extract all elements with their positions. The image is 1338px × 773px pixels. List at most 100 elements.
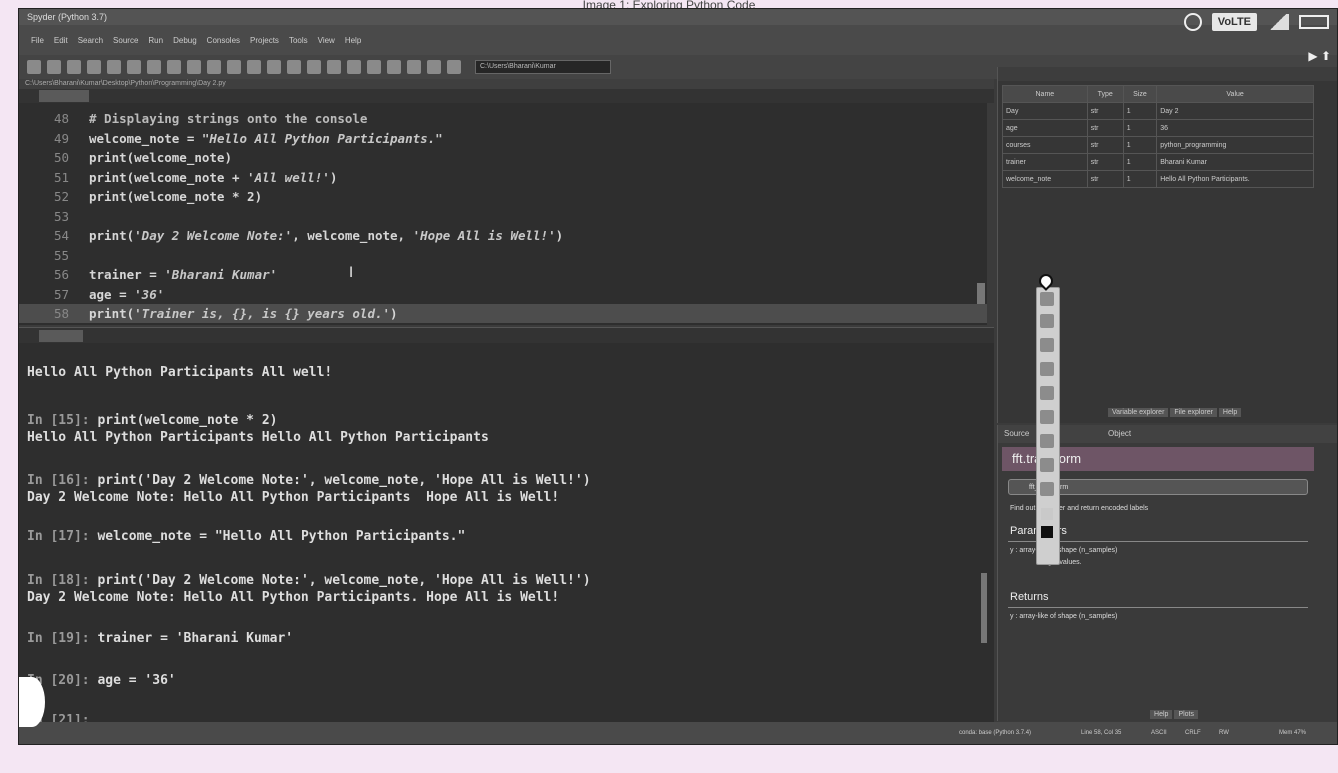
- variable-column-header[interactable]: Type: [1086, 85, 1124, 103]
- run-file-icon[interactable]: [147, 60, 161, 74]
- pointer-icon[interactable]: [1040, 292, 1054, 306]
- pen-icon[interactable]: [1040, 338, 1054, 352]
- console-line: In [16]: print('Day 2 Welcome Note:', we…: [27, 473, 591, 489]
- code-editor[interactable]: I 48 # Displaying strings onto the consol…: [19, 103, 987, 325]
- code-line[interactable]: 56 trainer = 'Bharani Kumar': [19, 265, 987, 284]
- menu-help[interactable]: Help: [345, 36, 361, 45]
- console-tab[interactable]: [39, 330, 83, 342]
- stop-debug-icon[interactable]: [327, 60, 341, 74]
- ipython-console[interactable]: Hello All Python Participants All well! I…: [19, 343, 994, 739]
- python-path-icon[interactable]: [407, 60, 421, 74]
- undo-icon[interactable]: [1040, 434, 1054, 448]
- step-into-icon[interactable]: [267, 60, 281, 74]
- menu-consoles[interactable]: Consoles: [207, 36, 240, 45]
- settings-icon[interactable]: [127, 60, 141, 74]
- code-line[interactable]: 51 print(welcome_note + 'All well!'): [19, 168, 987, 187]
- variable-cell: 1: [1122, 102, 1158, 120]
- bottom-pane-tab[interactable]: Help: [1150, 710, 1173, 719]
- status-env: conda: base (Python 3.7.4): [959, 730, 1032, 736]
- annotation-toolbar: [1036, 271, 1060, 565]
- line-icon[interactable]: [1040, 410, 1054, 424]
- top-pane-tab[interactable]: File explorer: [1170, 408, 1217, 417]
- continue-icon[interactable]: [307, 60, 321, 74]
- top-pane-tab[interactable]: Variable explorer: [1108, 408, 1169, 417]
- new-file-icon[interactable]: [27, 60, 41, 74]
- overlay-blob: [19, 677, 45, 727]
- color-swatch-black[interactable]: [1041, 526, 1053, 538]
- debug-icon[interactable]: [227, 60, 241, 74]
- maximize-pane-icon[interactable]: [347, 60, 361, 74]
- run-selection-icon[interactable]: [187, 60, 201, 74]
- save-icon[interactable]: [67, 60, 81, 74]
- step-return-icon[interactable]: [287, 60, 301, 74]
- code-line[interactable]: 50 print(welcome_note): [19, 148, 987, 167]
- variable-column-header[interactable]: Name: [1002, 85, 1088, 103]
- menu-projects[interactable]: Projects: [250, 36, 279, 45]
- highlighter-icon[interactable]: [1040, 362, 1054, 376]
- console-text: Day 2 Welcome Note: Hello All Python Par…: [27, 490, 560, 505]
- code-line[interactable]: 49 welcome_note = "Hello All Python Parti…: [19, 129, 987, 148]
- fullscreen-icon[interactable]: [367, 60, 381, 74]
- working-directory-input[interactable]: C:\Users\Bharani\Kumar: [475, 60, 611, 74]
- editor-tab[interactable]: [39, 90, 89, 102]
- menu-run[interactable]: Run: [148, 36, 163, 45]
- color-swatch-light[interactable]: [1041, 508, 1053, 520]
- step-icon[interactable]: [247, 60, 261, 74]
- code-line[interactable]: 53: [19, 207, 987, 226]
- variable-row[interactable]: welcome_note str 1 Hello All Python Partici…: [1002, 170, 1314, 188]
- eraser-icon[interactable]: [1040, 386, 1054, 400]
- code-line[interactable]: 48 # Displaying strings onto the console: [19, 109, 987, 128]
- run-cell-icon[interactable]: [167, 60, 181, 74]
- code-line[interactable]: 58 print('Trainer is, {}, is {} years old…: [19, 304, 987, 323]
- back-arrow-icon[interactable]: [427, 60, 441, 74]
- status-memory: Mem 47%: [1279, 730, 1307, 736]
- line-number: 55: [53, 247, 69, 263]
- menu-view[interactable]: View: [318, 36, 335, 45]
- stop-icon[interactable]: [107, 60, 121, 74]
- variable-cell: python_programming: [1156, 136, 1314, 154]
- menu-edit[interactable]: Edit: [54, 36, 68, 45]
- forward-arrow-icon[interactable]: [447, 60, 461, 74]
- select-icon[interactable]: [1040, 314, 1054, 328]
- zoom-icon[interactable]: [1040, 458, 1054, 472]
- code-token: print(welcome_note * 2): [89, 189, 263, 204]
- open-file-icon[interactable]: [47, 60, 61, 74]
- code-line[interactable]: 57 age = '36': [19, 285, 987, 304]
- console-text: print(welcome_note * 2): [97, 413, 278, 428]
- code-line[interactable]: 54 print('Day 2 Welcome Note:', welcome_n…: [19, 226, 987, 245]
- menu-file[interactable]: File: [31, 36, 44, 45]
- console-scrollbar[interactable]: [981, 573, 987, 643]
- variable-cell: 36: [1156, 119, 1314, 137]
- console-line: In [18]: print('Day 2 Welcome Note:', we…: [27, 573, 591, 589]
- save-all-icon[interactable]: [87, 60, 101, 74]
- camera-icon[interactable]: [1040, 482, 1054, 496]
- rerun-icon[interactable]: [207, 60, 221, 74]
- console-prompt: In [17]:: [27, 529, 98, 544]
- signal-icon: [1267, 14, 1289, 30]
- menu-search[interactable]: Search: [78, 36, 103, 45]
- console-text: welcome_note = "Hello All Python Partici…: [97, 529, 466, 544]
- returns-heading: Returns: [1010, 591, 1049, 603]
- code-token: print(welcome_note): [89, 150, 232, 165]
- menu-source[interactable]: Source: [113, 36, 138, 45]
- code-token: # Displaying strings onto the console: [89, 111, 368, 126]
- tools-icon[interactable]: [387, 60, 401, 74]
- returns-rule: [1008, 607, 1308, 608]
- menu-tools[interactable]: Tools: [289, 36, 308, 45]
- variable-row[interactable]: Day str 1 Day 2: [1002, 102, 1314, 120]
- code-token: print(: [89, 228, 135, 243]
- code-line[interactable]: 52 print(welcome_note * 2): [19, 187, 987, 206]
- variable-row[interactable]: courses str 1 python_programming: [1002, 136, 1314, 154]
- code-line[interactable]: 55: [19, 246, 987, 265]
- bottom-pane-tab[interactable]: Plots: [1174, 710, 1198, 719]
- variable-row[interactable]: trainer str 1 Bharani Kumar: [1002, 153, 1314, 171]
- variable-cell: 1: [1122, 136, 1158, 154]
- pane-arrows-icon[interactable]: ▶ ⬆: [1308, 49, 1331, 63]
- console-prompt: In [15]:: [27, 413, 98, 428]
- variable-cell: str: [1086, 136, 1124, 154]
- variable-row[interactable]: age str 1 36: [1002, 119, 1314, 137]
- top-pane-tab[interactable]: Help: [1218, 408, 1242, 417]
- variable-column-header[interactable]: Size: [1122, 85, 1158, 103]
- variable-column-header[interactable]: Value: [1156, 85, 1314, 103]
- menu-debug[interactable]: Debug: [173, 36, 197, 45]
